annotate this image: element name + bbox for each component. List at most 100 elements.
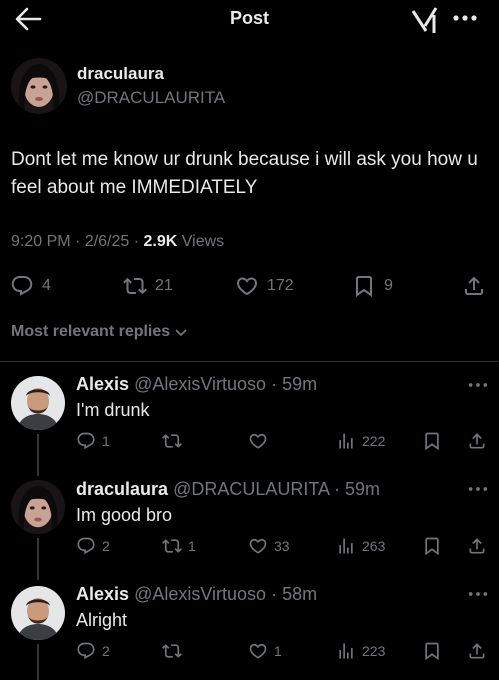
reply-reply-action[interactable]: 1 <box>76 431 110 451</box>
reply-icon <box>76 431 96 451</box>
heart-icon <box>248 431 268 451</box>
reply-text: Alright <box>76 610 128 630</box>
more-dots-icon <box>467 380 489 390</box>
reply-display-name[interactable]: Alexis <box>76 584 129 604</box>
reply-header: draculaura @DRACULAURITA · 59m <box>76 479 381 499</box>
more-dots-icon <box>467 589 489 599</box>
replies-sort-dropdown[interactable]: Most relevant replies <box>11 323 188 341</box>
view-count: 2.9K <box>143 233 178 250</box>
reply-share-action[interactable] <box>467 431 487 451</box>
reply-icon <box>76 536 96 556</box>
reply-age[interactable]: 59m <box>345 479 380 499</box>
reply-handle[interactable]: @DRACULAURITA <box>173 479 329 499</box>
post-date[interactable]: 2/6/25 <box>85 233 129 250</box>
avatar-image-man <box>11 586 65 640</box>
reply-more-button[interactable] <box>467 589 489 599</box>
heart-icon <box>248 536 268 556</box>
view-count: 223 <box>362 643 386 659</box>
more-options-button[interactable] <box>450 6 480 30</box>
views-icon <box>336 641 356 661</box>
post-meta: 9:20 PM · 2/6/25 · 2.9K Views <box>11 233 225 250</box>
replies-sort-label: Most relevant replies <box>11 323 171 340</box>
thread-line <box>37 538 39 580</box>
reply-reply-action[interactable]: 2 <box>76 641 110 661</box>
grok-icon <box>411 7 438 33</box>
repost-count: 21 <box>155 277 173 294</box>
reply-count: 2 <box>102 643 110 659</box>
repost-icon <box>162 431 182 451</box>
reply-handle[interactable]: @AlexisVirtuoso <box>134 584 266 604</box>
reply-display-name[interactable]: draculaura <box>76 479 168 499</box>
reply-like-action[interactable] <box>248 431 274 451</box>
reply-age[interactable]: 59m <box>282 374 317 394</box>
reply-more-button[interactable] <box>467 380 489 390</box>
repost-action[interactable]: 21 <box>123 274 173 298</box>
reply-bookmark-action[interactable] <box>422 431 442 451</box>
reply-share-action[interactable] <box>467 536 487 556</box>
grok-button[interactable] <box>410 6 440 34</box>
divider <box>0 361 499 362</box>
reply-display-name[interactable]: Alexis <box>76 374 129 394</box>
avatar-image-man <box>11 376 65 430</box>
reply-views-action[interactable]: 263 <box>336 536 385 556</box>
reply-bookmark-action[interactable] <box>422 641 442 661</box>
post-text: Dont let me know ur drunk because i will… <box>11 149 478 198</box>
share-action[interactable] <box>462 274 486 298</box>
heart-icon <box>235 274 259 298</box>
bookmark-action[interactable]: 9 <box>352 274 393 298</box>
view-count: 263 <box>362 538 386 554</box>
reply-text: I'm drunk <box>76 400 150 420</box>
repost-icon <box>123 274 147 298</box>
repost-icon <box>162 536 182 556</box>
repost-icon <box>162 641 182 661</box>
avatar-image-girl <box>11 480 65 534</box>
reply-views-action[interactable]: 223 <box>336 641 385 661</box>
avatar-image-girl <box>11 58 67 114</box>
reply-like-action[interactable]: 1 <box>248 641 282 661</box>
repost-count: 1 <box>188 538 196 554</box>
bookmark-icon <box>422 431 442 451</box>
thread-line <box>37 434 39 476</box>
like-action[interactable]: 172 <box>235 274 294 298</box>
reply-repost-action[interactable] <box>162 641 188 661</box>
reply-avatar[interactable] <box>11 480 65 534</box>
like-count: 172 <box>267 277 294 294</box>
reply-icon <box>10 274 34 298</box>
more-dots-icon <box>453 15 477 21</box>
views-label: Views <box>181 233 225 250</box>
views-icon <box>336 431 356 451</box>
reply-action[interactable]: 4 <box>10 274 51 298</box>
reply-header: Alexis @AlexisVirtuoso · 58m <box>76 584 318 604</box>
reply-count: 4 <box>42 277 51 294</box>
author-display-name[interactable]: draculaura <box>77 64 164 84</box>
reply-bookmark-action[interactable] <box>422 536 442 556</box>
author-handle[interactable]: @DRACULAURITA <box>77 88 225 108</box>
reply-repost-action[interactable] <box>162 431 188 451</box>
views-icon <box>336 536 356 556</box>
share-icon <box>467 536 487 556</box>
top-bar: Post <box>0 0 499 36</box>
post-time[interactable]: 9:20 PM <box>11 233 71 250</box>
reply-views-action[interactable]: 222 <box>336 431 385 451</box>
reply-count: 1 <box>102 433 110 449</box>
reply-repost-action[interactable]: 1 <box>162 536 196 556</box>
reply-age[interactable]: 58m <box>282 584 317 604</box>
reply-like-action[interactable]: 33 <box>248 536 290 556</box>
reply-icon <box>76 641 96 661</box>
bookmark-icon <box>422 536 442 556</box>
reply-avatar[interactable] <box>11 376 65 430</box>
reply-avatar[interactable] <box>11 586 65 640</box>
author-avatar[interactable] <box>11 58 67 114</box>
thread-line <box>37 644 39 680</box>
share-icon <box>467 431 487 451</box>
reply-reply-action[interactable]: 2 <box>76 536 110 556</box>
reply-share-action[interactable] <box>467 641 487 661</box>
bookmark-icon <box>352 274 376 298</box>
reply-header: Alexis @AlexisVirtuoso · 59m <box>76 374 318 394</box>
reply-count: 2 <box>102 538 110 554</box>
reply-handle[interactable]: @AlexisVirtuoso <box>134 374 266 394</box>
like-count: 1 <box>274 643 282 659</box>
like-count: 33 <box>274 538 290 554</box>
reply-text: Im good bro <box>76 505 173 525</box>
reply-more-button[interactable] <box>467 484 489 494</box>
